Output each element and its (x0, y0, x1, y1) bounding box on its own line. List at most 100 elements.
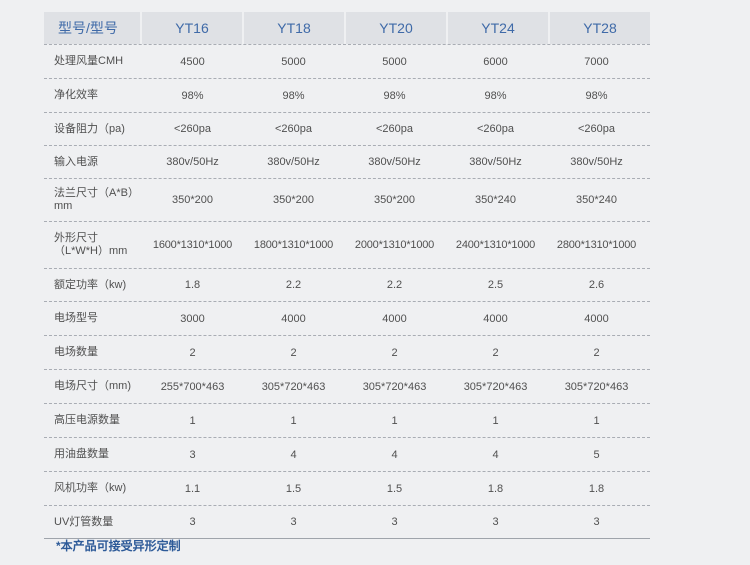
row-value: 7000 (584, 55, 609, 68)
row-value: 2.5 (487, 279, 504, 291)
row-value: 3 (290, 516, 297, 528)
row-value: 4 (492, 448, 499, 461)
row-value: 380v/50Hz (267, 156, 320, 168)
row-value: 2.2 (386, 279, 403, 291)
row-value: 1.8 (487, 482, 504, 495)
table-row: 电场尺寸（mm) 255*700*463 305*720*463 305*720*46… (44, 369, 650, 403)
customization-footnote: *本产品可接受异形定制 (56, 539, 181, 553)
table-row: 用油盘数量 3 4 4 4 5 (44, 437, 650, 471)
header-model-yt20: YT20 (346, 12, 446, 44)
row-value: 350*240 (475, 194, 516, 206)
row-value: 350*200 (273, 194, 314, 206)
row-label: 法兰尺寸（A*B）mm (54, 187, 139, 212)
row-value: <260pa (375, 123, 413, 135)
row-value: 3000 (180, 312, 205, 325)
row-value: <260pa (577, 123, 615, 135)
row-value: 3 (391, 516, 398, 528)
row-value: 1.1 (184, 482, 201, 495)
header-model-yt28: YT28 (550, 12, 650, 44)
row-value: 4000 (281, 312, 306, 325)
row-value: 4 (290, 448, 297, 461)
row-value: 2400*1310*1000 (455, 239, 536, 251)
row-value: 2.6 (588, 279, 605, 291)
row-value: 1.5 (285, 482, 302, 495)
row-value: <260pa (476, 123, 514, 135)
row-value: 350*240 (576, 194, 617, 206)
row-value: 1.5 (386, 482, 403, 495)
table-row: 额定功率（kw) 1.8 2.2 2.2 2.5 2.6 (44, 268, 650, 301)
row-value: 350*200 (374, 194, 415, 206)
table-row: UV灯管数量 3 3 3 3 3 (44, 505, 650, 538)
row-value: 380v/50Hz (469, 156, 522, 168)
row-value: 1 (593, 414, 600, 427)
row-value: 5000 (281, 55, 306, 68)
row-label: 电场型号 (54, 312, 98, 324)
row-value: 2 (391, 346, 398, 359)
row-value: 2 (492, 346, 499, 359)
table-row: 高压电源数量 1 1 1 1 1 (44, 403, 650, 437)
row-value: 98% (383, 89, 406, 102)
table-row: 输入电源 380v/50Hz 380v/50Hz 380v/50Hz 380v/50Hz… (44, 145, 650, 178)
table-row: 法兰尺寸（A*B）mm 350*200 350*200 350*200 350*240 3… (44, 178, 650, 221)
row-value: 2 (593, 346, 600, 359)
row-value: 1 (189, 414, 196, 427)
row-value: 4000 (584, 312, 609, 325)
row-value: 3 (492, 516, 499, 528)
row-label: 外形尺寸（L*W*H）mm (54, 232, 128, 257)
row-label: 风机功率（kw) (54, 482, 127, 494)
row-label: 输入电源 (54, 155, 98, 168)
header-model-yt16: YT16 (142, 12, 242, 44)
row-value: 1 (391, 414, 398, 427)
row-label: 设备阻力（pa) (54, 122, 125, 135)
row-label: 净化效率 (54, 89, 98, 101)
row-value: 1600*1310*1000 (152, 239, 233, 251)
spec-table: 型号/型号 YT16 YT18 YT20 YT24 YT28 处理风量CMH 45… (44, 12, 650, 539)
row-value: 380v/50Hz (570, 156, 623, 168)
row-value: 305*720*463 (463, 380, 528, 393)
row-label: 处理风量CMH (54, 55, 124, 67)
row-value: 3 (593, 516, 600, 528)
row-value: 6000 (483, 55, 508, 68)
row-value: 1800*1310*1000 (253, 239, 334, 251)
row-value: 98% (181, 89, 204, 102)
row-value: 2 (189, 346, 196, 359)
table-row: 电场型号 3000 4000 4000 4000 4000 (44, 301, 650, 335)
table-row: 设备阻力（pa) <260pa <260pa <260pa <260pa <260pa (44, 112, 650, 145)
row-value: <260pa (173, 123, 211, 135)
row-value: 98% (484, 89, 507, 102)
row-value: 305*720*463 (564, 380, 629, 393)
row-value: 305*720*463 (362, 380, 427, 393)
table-row: 风机功率（kw) 1.1 1.5 1.5 1.8 1.8 (44, 471, 650, 505)
row-value: 4500 (180, 55, 205, 68)
row-label: 额定功率（kw) (54, 278, 127, 291)
row-value: 5 (593, 448, 600, 461)
row-label: 高压电源数量 (54, 414, 120, 426)
table-row: 外形尺寸（L*W*H）mm 1600*1310*1000 1800*1310*100… (44, 221, 650, 268)
row-value: 5000 (382, 55, 407, 68)
row-value: 2800*1310*1000 (556, 239, 637, 251)
row-value: 380v/50Hz (368, 156, 421, 168)
row-label: UV灯管数量 (54, 515, 114, 528)
row-value: 98% (282, 89, 305, 102)
table-row: 净化效率 98% 98% 98% 98% 98% (44, 78, 650, 112)
row-value: 1 (290, 414, 297, 427)
row-value: 4000 (483, 312, 508, 325)
table-body: 处理风量CMH 4500 5000 5000 6000 7000 净化效率 98% 98% 98%… (44, 44, 650, 538)
row-value: 380v/50Hz (166, 156, 219, 168)
row-value: 3 (189, 516, 196, 528)
table-row: 电场数量 2 2 2 2 2 (44, 335, 650, 369)
row-value: 1.8 (184, 279, 201, 291)
header-label: 型号/型号 (44, 12, 140, 44)
row-value: 2.2 (285, 279, 302, 291)
header-model-yt24: YT24 (448, 12, 548, 44)
row-value: 3 (189, 448, 196, 461)
row-label: 用油盘数量 (54, 448, 109, 460)
row-value: 305*720*463 (261, 380, 326, 393)
row-value: 350*200 (172, 194, 213, 206)
row-value: <260pa (274, 123, 312, 135)
row-value: 1.8 (588, 482, 605, 495)
table-header: 型号/型号 YT16 YT18 YT20 YT24 YT28 (44, 12, 650, 44)
row-label: 电场数量 (54, 346, 98, 358)
row-value: 98% (585, 89, 608, 102)
table-row: 处理风量CMH 4500 5000 5000 6000 7000 (44, 44, 650, 78)
